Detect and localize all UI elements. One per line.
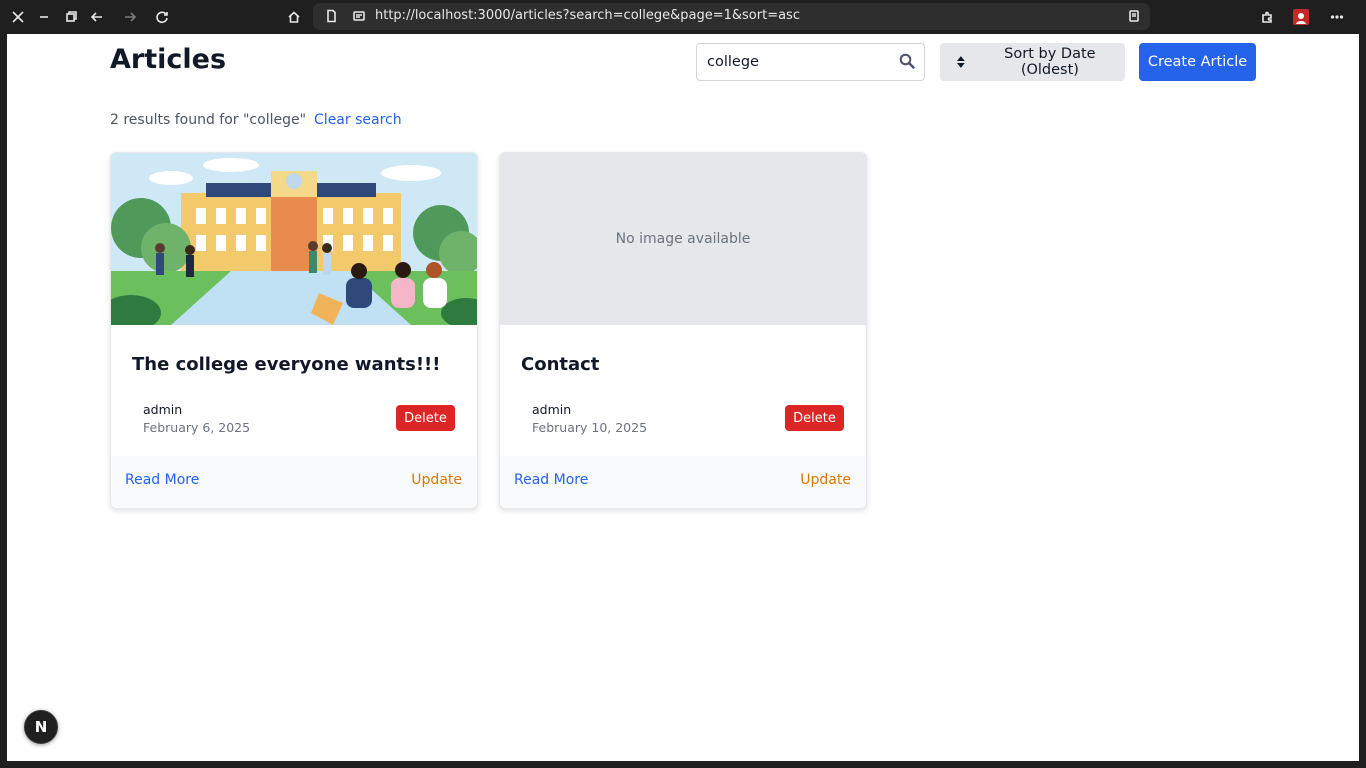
nextjs-logo-icon: N (34, 718, 48, 736)
nextjs-dev-indicator[interactable]: N (24, 710, 58, 744)
address-bar[interactable]: http://localhost:3000/articles?search=co… (313, 3, 1150, 30)
browser-toolbar: http://localhost:3000/articles?search=co… (0, 0, 1366, 34)
url-text[interactable]: http://localhost:3000/articles?search=co… (375, 8, 800, 23)
minimize-window-icon[interactable] (34, 7, 54, 27)
article-date: February 6, 2025 (143, 420, 251, 435)
page-info-icon[interactable] (321, 6, 341, 26)
article-author: admin (532, 402, 572, 417)
close-window-icon[interactable] (8, 7, 28, 27)
create-article-button[interactable]: Create Article (1139, 43, 1256, 81)
sort-button[interactable]: Sort by Date (Oldest) (940, 43, 1125, 81)
restore-window-icon[interactable] (61, 7, 81, 27)
search-icon[interactable] (899, 53, 915, 69)
article-card: No image available Contact admin Februar… (499, 152, 867, 509)
article-date: February 10, 2025 (532, 420, 648, 435)
site-settings-icon[interactable] (349, 6, 369, 26)
more-menu-icon[interactable] (1327, 7, 1347, 27)
delete-button[interactable]: Delete (785, 405, 844, 431)
article-author: admin (143, 402, 183, 417)
search-box[interactable] (696, 43, 925, 81)
search-input[interactable] (707, 52, 887, 72)
no-image-text: No image available (615, 231, 751, 247)
article-card: The college everyone wants!!! admin Febr… (110, 152, 478, 509)
back-arrow-icon[interactable] (87, 7, 107, 27)
read-more-link[interactable]: Read More (514, 472, 588, 488)
article-title[interactable]: Contact (521, 354, 599, 375)
update-link[interactable]: Update (411, 472, 462, 488)
update-link[interactable]: Update (800, 472, 851, 488)
extensions-icon[interactable] (1257, 7, 1277, 27)
article-title[interactable]: The college everyone wants!!! (132, 354, 440, 375)
reader-mode-icon[interactable] (1124, 6, 1144, 26)
sort-button-label: Sort by Date (Oldest) (1004, 46, 1096, 78)
reload-icon[interactable] (152, 7, 172, 27)
sort-icon (956, 56, 965, 68)
article-image (111, 153, 477, 325)
results-summary: 2 results found for "college" Clear sear… (110, 112, 402, 128)
profile-avatar-icon[interactable] (1291, 7, 1311, 27)
page-viewport: Articles Sort by Date (Oldest) Create Ar… (7, 34, 1359, 761)
read-more-link[interactable]: Read More (125, 472, 199, 488)
clear-search-link[interactable]: Clear search (314, 112, 402, 128)
card-footer: Read More Update (500, 456, 866, 508)
results-count-text: 2 results found for "college" (110, 112, 307, 128)
card-footer: Read More Update (111, 456, 477, 508)
image-placeholder: No image available (500, 153, 866, 325)
home-icon[interactable] (284, 7, 304, 27)
forward-arrow-icon[interactable] (120, 7, 140, 27)
delete-button[interactable]: Delete (396, 405, 455, 431)
page-title: Articles (110, 44, 227, 75)
